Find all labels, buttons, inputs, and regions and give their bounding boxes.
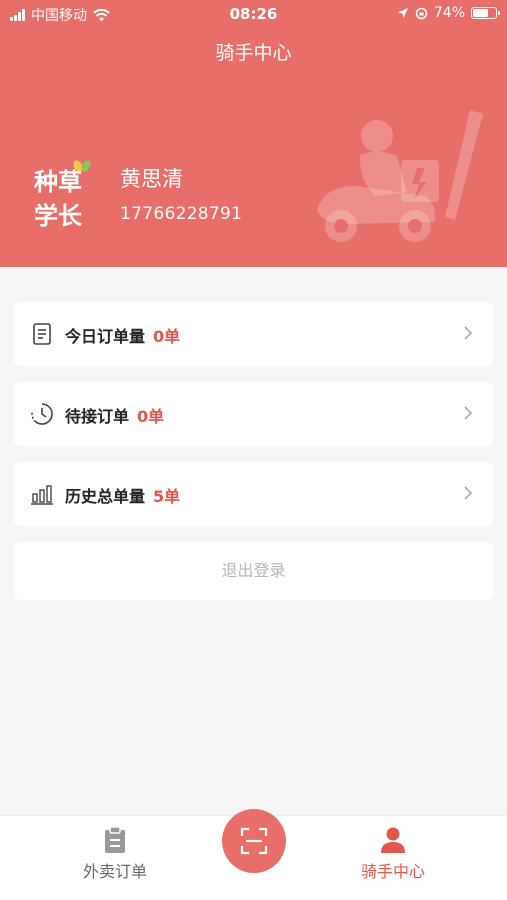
- status-bar: 中国移动 08:26 74%: [0, 0, 507, 28]
- stat-count: 0单: [153, 327, 181, 346]
- stat-label-text: 今日订单量: [65, 327, 146, 346]
- stat-label-text: 历史总单量: [65, 487, 146, 506]
- document-icon: [33, 323, 51, 345]
- clock-icon: [31, 403, 53, 425]
- rider-scooter-illustration: [317, 110, 483, 242]
- battery-icon: [471, 7, 500, 19]
- tab-rider-center[interactable]: 骑手中心: [308, 816, 478, 900]
- logout-button[interactable]: 退出登录: [14, 542, 493, 600]
- tab-label: 骑手中心: [360, 862, 425, 881]
- svg-text:种草: 种草: [34, 168, 82, 196]
- chevron-right-icon: [464, 406, 473, 420]
- user-phone: 17766228791: [120, 204, 243, 224]
- stat-card-today-orders[interactable]: 今日订单量 0单: [14, 302, 493, 366]
- stat-label: 今日订单量 0单: [65, 323, 180, 347]
- bar-chart-icon: [31, 485, 53, 505]
- scan-button[interactable]: [222, 809, 286, 873]
- stat-card-history-orders[interactable]: 历史总单量 5单: [14, 462, 493, 526]
- chevron-right-icon: [464, 326, 473, 340]
- chevron-right-icon: [464, 486, 473, 500]
- stat-card-pending-orders[interactable]: 待接订单 0单: [14, 382, 493, 446]
- stat-label: 待接订单 0单: [65, 403, 164, 427]
- stat-count: 0单: [137, 407, 165, 426]
- rotation-lock-icon: [415, 7, 428, 19]
- user-icon: [381, 827, 405, 853]
- tab-takeout-orders[interactable]: 外卖订单: [30, 816, 200, 900]
- stat-count: 5单: [153, 487, 181, 506]
- stat-label: 历史总单量 5单: [65, 483, 180, 507]
- tab-label: 外卖订单: [82, 862, 147, 881]
- clipboard-icon: [105, 826, 125, 853]
- scan-icon: [240, 827, 268, 855]
- battery-fill: [473, 9, 488, 17]
- location-arrow-icon: [397, 8, 408, 18]
- user-name: 黄思清: [120, 167, 183, 191]
- page-title: 骑手中心: [215, 42, 292, 64]
- battery-percent: 74%: [433, 5, 465, 21]
- header-banner: 中国移动 08:26 74% 骑手中心 种草 学长 黄思清 1776622879…: [0, 0, 507, 267]
- brand-logo: 种草 学长: [30, 158, 98, 232]
- stat-label-text: 待接订单: [65, 407, 130, 426]
- status-right: 74%: [397, 5, 500, 21]
- svg-text:学长: 学长: [34, 202, 83, 230]
